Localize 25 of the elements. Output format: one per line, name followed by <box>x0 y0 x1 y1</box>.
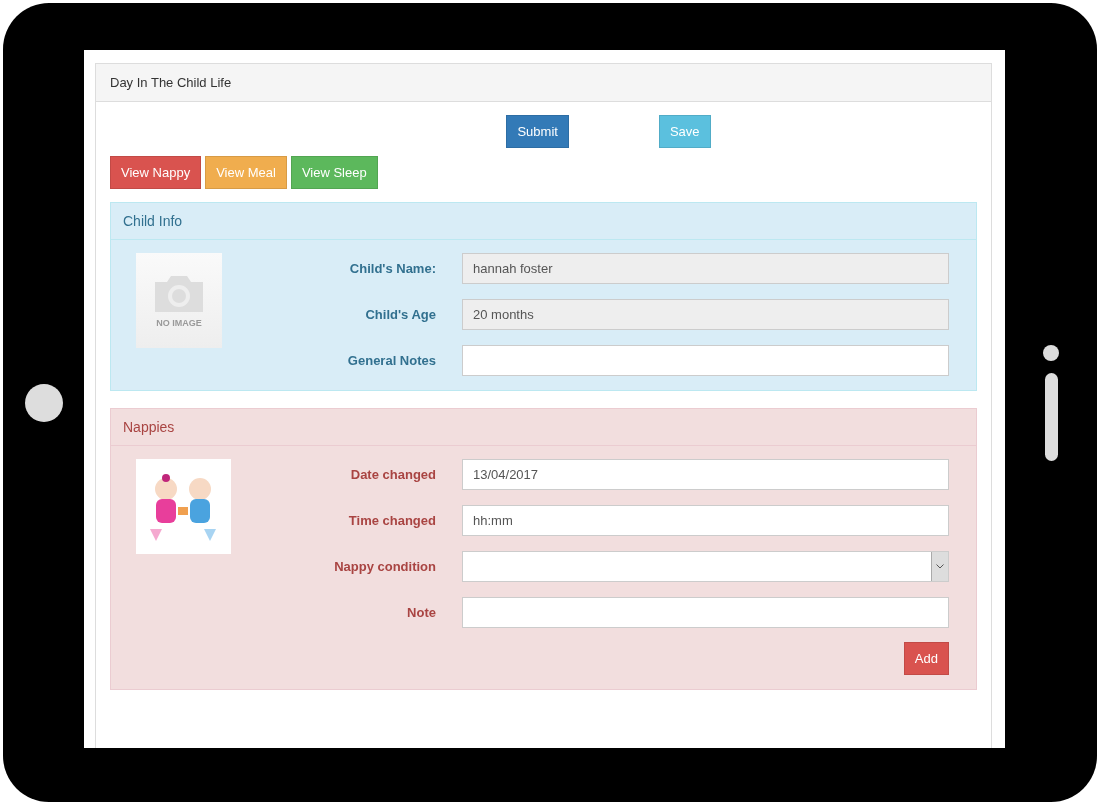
action-button[interactable]: Submit <box>506 115 569 148</box>
camera-dot <box>1043 344 1059 361</box>
input-field[interactable]: 20 months <box>462 299 949 330</box>
field-label: Note <box>406 605 436 620</box>
field-label: General Notes <box>346 353 436 368</box>
field-label: Time changed <box>347 513 436 528</box>
add-button[interactable]: Add <box>903 642 949 675</box>
panel-title: Day In The Child Life <box>96 64 991 102</box>
input-field[interactable] <box>462 597 949 628</box>
view-button[interactable]: View Sleep <box>290 156 378 189</box>
input-field[interactable]: hh:mm <box>462 505 949 536</box>
view-button[interactable]: View Nappy <box>110 156 202 189</box>
input-field[interactable]: 13/04/2017 <box>462 459 949 490</box>
section-title: Child Info <box>111 203 976 240</box>
home-button[interactable] <box>24 383 63 422</box>
input-field[interactable] <box>462 345 949 376</box>
field-label: Child's Name: <box>348 261 436 276</box>
section-title: Nappies <box>111 409 976 446</box>
select-field[interactable] <box>462 551 949 582</box>
caret-icon <box>936 564 944 569</box>
field-label: Date changed <box>349 467 436 482</box>
field-label: Child's Age <box>364 307 436 322</box>
placeholder-text: NO IMAGE <box>156 317 202 328</box>
input-field[interactable]: hannah foster <box>462 253 949 284</box>
field-label: Nappy condition <box>333 559 436 574</box>
